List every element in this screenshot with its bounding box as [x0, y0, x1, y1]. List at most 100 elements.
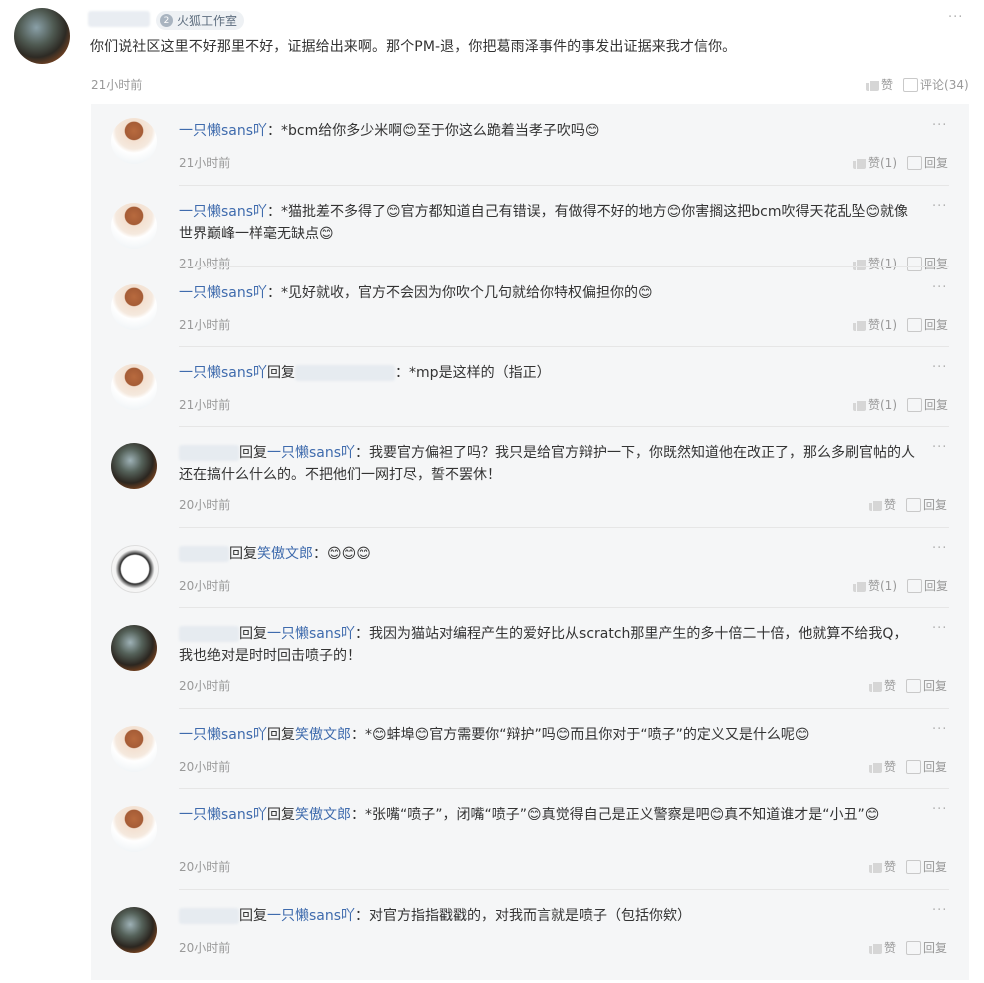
reply-to-word: 回复 [229, 546, 257, 562]
reply-actions: 赞 回复 [869, 939, 947, 956]
thumbs-up-icon [853, 156, 866, 169]
reply-more-button[interactable]: ··· [932, 440, 947, 455]
reply-target-username[interactable]: 一只懒sans吖 [267, 908, 355, 924]
reply-divider [179, 346, 949, 347]
reply-username[interactable]: 一只懒sans吖 [179, 807, 267, 823]
reply-text: 一只懒sans吖回复笑傲文郎：*张嘴“喷子”，闭嘴“喷子”😊真觉得自己是正义警察… [179, 804, 919, 826]
reply-like-button[interactable]: 赞 [884, 496, 896, 513]
reply-avatar[interactable] [111, 443, 157, 489]
reply-username[interactable]: 一只懒sans吖 [179, 727, 267, 743]
username-redacted[interactable] [179, 908, 239, 924]
badge-level-icon: 2 [160, 14, 173, 27]
reply-actions: 赞 回复 [869, 677, 947, 694]
reply-avatar[interactable] [111, 284, 157, 330]
reply-button[interactable]: 回复 [924, 396, 948, 413]
reply-body: ：*mp是这样的（指正） [395, 365, 551, 381]
reply-item: ··· 回复一只懒sans吖：对官方指指戳戳的，对我而言就是喷子（包括你欸） 20小… [91, 903, 969, 983]
reply-username[interactable]: 一只懒sans吖 [179, 365, 267, 381]
username-redacted[interactable] [179, 445, 239, 461]
reply-avatar[interactable] [111, 203, 157, 249]
thumbs-up-icon [853, 257, 866, 270]
reply-button[interactable]: 回复 [923, 758, 947, 775]
reply-icon [907, 256, 922, 271]
reply-target-username[interactable]: 笑傲文郎 [257, 546, 313, 562]
reply-to-word: 回复 [267, 807, 296, 823]
reply-item: ··· 一只懒sans吖回复 ：*mp是这样的（指正） 21小时前 赞(1) 回复 [91, 360, 969, 440]
reply-button[interactable]: 回复 [924, 154, 948, 171]
reply-button[interactable]: 回复 [923, 939, 947, 956]
post-body: 你们说社区这里不好那里不好，证据给出来啊。那个PM-退，你把葛雨泽事件的事发出证… [90, 39, 737, 55]
post-comment-button[interactable]: 评论(34) [920, 76, 969, 93]
reply-target-username[interactable]: 笑傲文郎 [295, 727, 351, 743]
reply-body: ：😊😊😊 [313, 546, 371, 562]
thumbs-up-icon [869, 941, 882, 954]
reply-like-button[interactable]: 赞 [884, 758, 896, 775]
reply-username[interactable]: 一只懒sans吖 [179, 123, 267, 139]
reply-avatar[interactable] [111, 726, 157, 772]
reply-target-username[interactable]: 一只懒sans吖 [267, 445, 355, 461]
reply-more-button[interactable]: ··· [932, 621, 947, 636]
reply-divider [179, 607, 949, 608]
reply-to-word: 回复 [239, 445, 267, 461]
reply-actions: 赞(1) 回复 [853, 255, 948, 272]
reply-list: ··· 一只懒sans吖：*bcm给你多少米啊😊至于你这么跪着当孝子吹吗😊 21小时… [91, 104, 969, 980]
reply-item: ··· 一只懒sans吖回复笑傲文郎：*张嘴“喷子”，闭嘴“喷子”😊真觉得自己是正… [91, 802, 969, 902]
reply-item: ··· 一只懒sans吖：*见好就收，官方不会因为你吹个几句就给你特权偏担你的😊 2… [91, 280, 969, 360]
studio-badge[interactable]: 2 火狐工作室 [156, 11, 245, 30]
post-author-avatar[interactable] [14, 8, 70, 64]
reply-to-word: 回复 [239, 626, 267, 642]
reply-to-word: 回复 [267, 365, 296, 381]
post-timestamp: 21小时前 [91, 78, 143, 92]
reply-body: ：*😊蚌埠😊官方需要你“辩护”吗😊而且你对于“喷子”的定义又是什么呢😊 [351, 727, 810, 743]
reply-more-button[interactable]: ··· [932, 118, 947, 133]
reply-like-button[interactable]: 赞(1) [868, 577, 897, 594]
reply-like-button[interactable]: 赞(1) [868, 255, 897, 272]
reply-timestamp: 20小时前 [179, 860, 231, 874]
reply-text: 一只懒sans吖回复 ：*mp是这样的（指正） [179, 362, 919, 384]
reply-avatar[interactable] [111, 118, 157, 164]
reply-like-button[interactable]: 赞 [884, 858, 896, 875]
reply-target-redacted[interactable] [295, 365, 396, 381]
reply-like-button[interactable]: 赞(1) [868, 154, 897, 171]
reply-actions: 赞(1) 回复 [853, 396, 948, 413]
reply-avatar[interactable] [111, 364, 157, 410]
reply-button[interactable]: 回复 [923, 858, 947, 875]
reply-icon [907, 155, 922, 170]
reply-button[interactable]: 回复 [924, 316, 948, 333]
reply-avatar[interactable] [111, 545, 159, 593]
reply-more-button[interactable]: ··· [932, 360, 947, 375]
reply-target-username[interactable]: 一只懒sans吖 [267, 626, 355, 642]
reply-text: 回复一只懒sans吖：对官方指指戳戳的，对我而言就是喷子（包括你欸） [179, 905, 919, 927]
reply-timestamp: 21小时前 [179, 257, 231, 271]
reply-more-button[interactable]: ··· [932, 199, 947, 214]
username-redacted[interactable] [179, 546, 229, 562]
reply-button[interactable]: 回复 [923, 496, 947, 513]
reply-like-button[interactable]: 赞(1) [868, 316, 897, 333]
reply-more-button[interactable]: ··· [932, 802, 947, 817]
reply-actions: 赞 回复 [869, 758, 947, 775]
reply-like-button[interactable]: 赞 [884, 939, 896, 956]
reply-button[interactable]: 回复 [923, 677, 947, 694]
reply-avatar[interactable] [111, 806, 157, 852]
reply-divider [179, 185, 949, 186]
reply-avatar[interactable] [111, 907, 157, 953]
reply-username[interactable]: 一只懒sans吖 [179, 204, 267, 220]
reply-icon [906, 940, 922, 955]
reply-more-button[interactable]: ··· [932, 722, 947, 737]
reply-target-username[interactable]: 笑傲文郎 [295, 807, 351, 823]
reply-more-button[interactable]: ··· [932, 903, 947, 918]
username-redacted[interactable] [179, 626, 239, 642]
post-more-button[interactable]: ··· [948, 10, 963, 25]
reply-like-button[interactable]: 赞(1) [868, 396, 897, 413]
reply-more-button[interactable]: ··· [932, 280, 947, 295]
reply-more-button[interactable]: ··· [932, 541, 947, 556]
reply-button[interactable]: 回复 [924, 255, 948, 272]
reply-icon [906, 497, 922, 512]
reply-avatar[interactable] [111, 625, 157, 671]
post-like-button[interactable]: 赞 [881, 76, 893, 93]
reply-timestamp: 21小时前 [179, 156, 231, 170]
reply-username[interactable]: 一只懒sans吖 [179, 285, 267, 301]
post-author-name-redacted[interactable] [88, 11, 150, 27]
reply-like-button[interactable]: 赞 [884, 677, 896, 694]
reply-button[interactable]: 回复 [924, 577, 948, 594]
